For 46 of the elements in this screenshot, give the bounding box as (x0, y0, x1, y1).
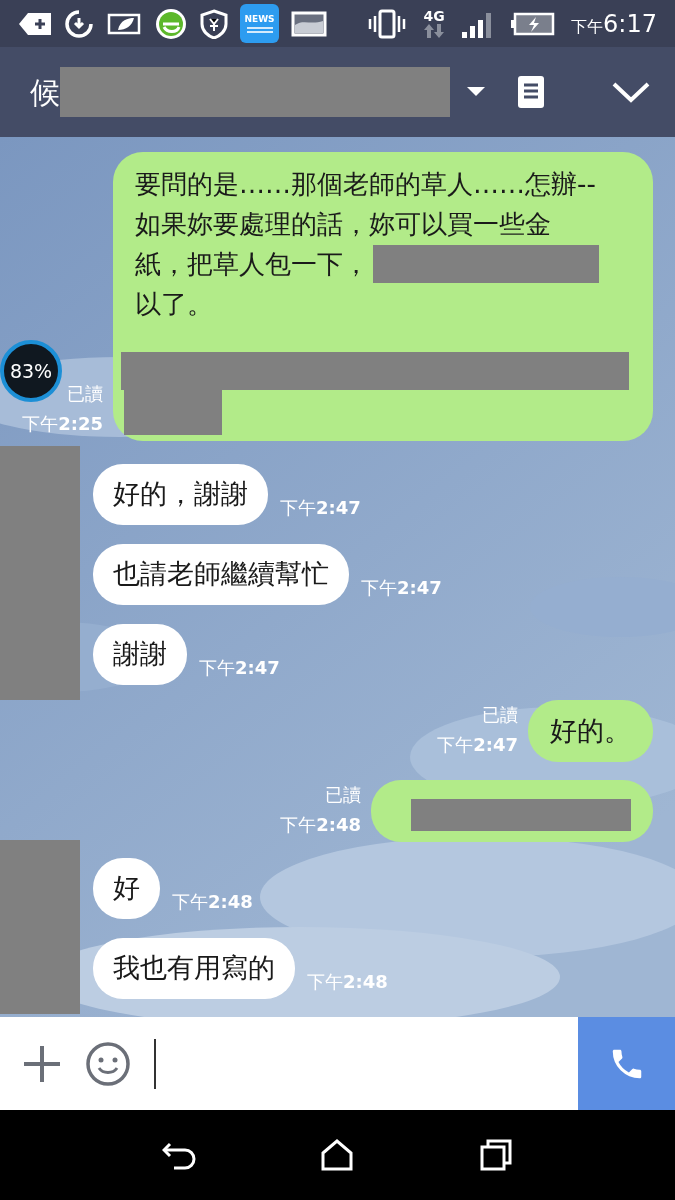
read-receipt: 已讀 (67, 382, 103, 406)
message-time: 下午2:47 (361, 576, 442, 600)
emoji-button[interactable] (84, 1039, 132, 1088)
message-text: 以了。 (135, 288, 214, 321)
shield-icon (200, 8, 228, 39)
battery-charging-icon (511, 11, 556, 36)
message-time: 下午2:48 (280, 813, 361, 837)
caret-down-icon (467, 87, 485, 97)
message-text: 好的。 (550, 714, 631, 748)
chat-title: 候 (30, 73, 60, 112)
read-receipt: 已讀 (325, 783, 361, 807)
data-arrows-icon (423, 22, 446, 39)
message-text: 如果妳要處理的話，妳可以買一些金 (135, 208, 552, 241)
tag-plus-icon (18, 10, 52, 37)
message-time: 下午2:48 (172, 890, 253, 914)
message-text: 紙，把草人包一下， (135, 248, 369, 281)
smiley-icon (85, 1040, 131, 1087)
read-receipt: 已讀 (482, 703, 518, 727)
recent-apps-icon (479, 1139, 512, 1171)
clock-time: 下午6:17 (571, 8, 657, 40)
note-icon (518, 76, 544, 108)
message-time: 下午2:47 (280, 496, 361, 520)
sync-icon (64, 8, 94, 39)
plus-icon (22, 1043, 62, 1084)
image-icon (291, 10, 327, 37)
notes-button[interactable] (516, 74, 546, 110)
leaf-battery-icon (106, 11, 142, 36)
call-button[interactable] (578, 1017, 675, 1110)
vibrate-icon (367, 8, 408, 39)
message-time: 下午2:47 (199, 656, 280, 680)
home-icon (321, 1139, 354, 1171)
browser-icon (154, 6, 188, 41)
text-cursor (154, 1038, 156, 1089)
message-bubble: 好的，謝謝 (93, 464, 268, 525)
message-bubble: 我也有用寫的 (93, 938, 295, 999)
message-time: 下午2:25 (22, 412, 103, 436)
back-icon (162, 1140, 197, 1170)
network-label: 4G (423, 8, 445, 23)
message-time: 下午2:48 (307, 970, 388, 994)
badge-percent: 83% (9, 358, 53, 384)
chevron-down-icon (612, 81, 650, 103)
news-label: NEWS (244, 14, 275, 24)
news-app-icon[interactable]: NEWS (240, 4, 279, 43)
message-bubble: 也請老師繼續幫忙 (93, 544, 349, 605)
message-time: 下午2:47 (437, 733, 518, 757)
message-text: 要問的是……那個老師的草人……怎辦-- (135, 168, 597, 201)
